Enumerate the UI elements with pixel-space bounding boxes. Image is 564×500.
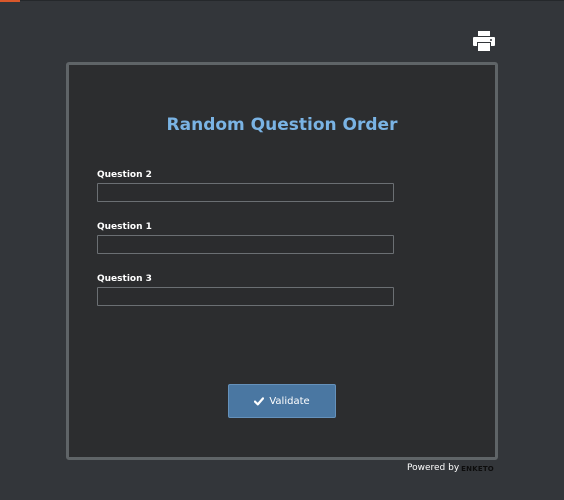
validate-button[interactable]: Validate — [228, 384, 336, 418]
top-border-line — [0, 0, 564, 1]
question-2-label: Question 2 — [97, 170, 152, 180]
top-accent-bar — [0, 0, 20, 2]
print-icon — [473, 31, 495, 51]
question-2-input[interactable] — [97, 183, 394, 202]
check-icon — [254, 396, 265, 406]
form-title: Random Question Order — [166, 115, 398, 135]
validate-label: Validate — [269, 395, 310, 407]
question-3-label: Question 3 — [97, 274, 152, 284]
powered-by-text: Powered by — [407, 463, 460, 473]
enketo-logo[interactable]: ENKETO — [461, 465, 494, 473]
question-1-label: Question 1 — [97, 222, 152, 232]
form-panel: Random Question Order Question 2 Questio… — [66, 62, 498, 460]
print-button[interactable] — [473, 31, 495, 51]
question-1-input[interactable] — [97, 235, 394, 254]
question-3-input[interactable] — [97, 287, 394, 306]
powered-by-footer: Powered by ENKETO — [407, 461, 494, 475]
